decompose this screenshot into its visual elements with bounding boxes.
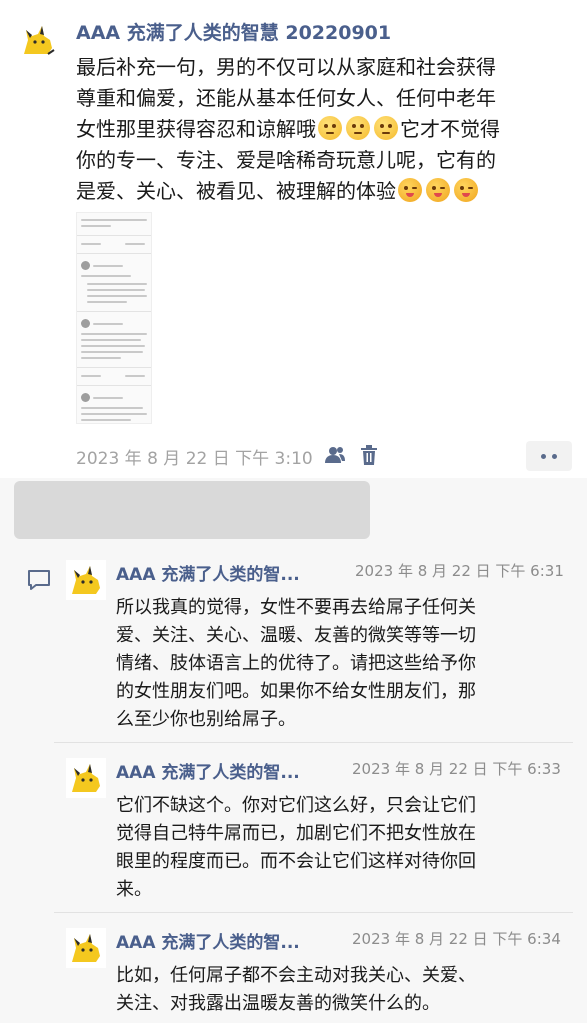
share-friends-icon[interactable]: [324, 444, 346, 466]
post-line: 女性那里获得容忍和谅解哦 它才不觉得: [76, 116, 500, 141]
post-body-text: 最后补充一句，男的不仅可以从家庭和社会获得 尊重和偏爱，还能从基本任何女人、任何…: [76, 52, 570, 207]
comment-item[interactable]: AAA 充满了人类的智... 2023 年 8 月 22 日 下午 6:34 比…: [0, 924, 587, 1023]
comment-time: 2023 年 8 月 22 日 下午 6:34: [352, 930, 561, 948]
comment-divider: [54, 742, 573, 743]
comment-author[interactable]: AAA 充满了人类的智...: [116, 758, 300, 783]
post-timestamp: 2023 年 8 月 22 日 下午 3:10: [76, 449, 313, 469]
moment-post: AAA 充满了人类的智慧 20220901 最后补充一句，男的不仅可以从家庭和社…: [0, 0, 587, 471]
thinking-face-icon: [346, 116, 370, 140]
likes-bar-placeholder: [14, 481, 370, 539]
post-line: 你的专一、专注、爱是啥稀奇玩意儿呢，它有的: [76, 148, 496, 172]
comment-item[interactable]: AAA 充满了人类的智... 2023 年 8 月 22 日 下午 6:33 它…: [0, 754, 587, 904]
more-dots-icon[interactable]: [526, 441, 572, 471]
post-line: 是爱、关心、被看见、被理解的体验: [76, 176, 570, 207]
thinking-face-icon: [318, 116, 342, 140]
post-author-name[interactable]: AAA 充满了人类的智慧 20220901: [76, 18, 391, 45]
cat-avatar-icon[interactable]: [18, 20, 58, 60]
comment-text: 所以我真的觉得，女性不要再去给屌子任何关 爱、关注、关心、温暖、友善的微笑等等一…: [116, 597, 476, 730]
trash-icon[interactable]: [358, 444, 380, 466]
comment-text: 比如，任何屌子都不会主动对我关心、关爱、 关注、对我露出温暖友善的微笑什么的。: [116, 965, 476, 1014]
winking-tongue-face-icon: [398, 178, 422, 202]
comment-divider: [54, 912, 573, 913]
comment-time: 2023 年 8 月 22 日 下午 6:33: [352, 760, 561, 778]
thinking-face-icon: [374, 116, 398, 140]
cat-avatar-icon[interactable]: [66, 560, 106, 600]
comment-author[interactable]: AAA 充满了人类的智...: [116, 928, 300, 953]
cat-avatar-icon[interactable]: [66, 758, 106, 798]
comment-author[interactable]: AAA 充满了人类的智...: [116, 560, 300, 585]
comments-section: AAA 充满了人类的智... 2023 年 8 月 22 日 下午 6:31 所…: [0, 478, 587, 1023]
comment-time: 2023 年 8 月 22 日 下午 6:31: [355, 562, 564, 580]
comment-item[interactable]: AAA 充满了人类的智... 2023 年 8 月 22 日 下午 6:31 所…: [0, 556, 587, 730]
comment-text: 它们不缺这个。你对它们这么好，只会让它们 觉得自己特牛屌而已，加剧它们不把女性放…: [116, 795, 476, 900]
post-line: 最后补充一句，男的不仅可以从家庭和社会获得: [76, 55, 496, 79]
winking-tongue-face-icon: [454, 178, 478, 202]
winking-tongue-face-icon: [426, 178, 450, 202]
cat-avatar-icon[interactable]: [66, 928, 106, 968]
post-image-thumbnail[interactable]: [76, 212, 152, 424]
post-line: 尊重和偏爱，还能从基本任何女人、任何中老年: [76, 86, 496, 110]
